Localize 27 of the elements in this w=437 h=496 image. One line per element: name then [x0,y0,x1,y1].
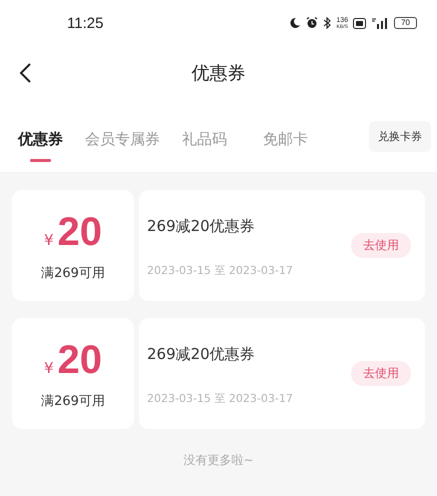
coupon-amount: 20 [58,338,102,382]
hd-icon [353,18,366,28]
bluetooth-icon [323,17,332,29]
use-button[interactable]: 去使用 [351,361,411,386]
alarm-icon [306,17,318,29]
status-time: 11:25 [67,14,104,32]
currency-symbol: ¥ [44,230,54,248]
validity-dates: 2023-03-15 至 2023-03-17 [147,391,294,406]
back-icon[interactable] [18,62,32,84]
coupon-name: 269减20优惠券 [147,345,256,364]
coupon-amount: 20 [58,210,102,254]
validity-dates: 2023-03-15 至 2023-03-17 [147,263,294,278]
tab[interactable]: 会员专属券 [84,116,161,162]
tab[interactable]: 优惠券 [17,116,64,162]
tab[interactable]: 免邮卡 [262,116,309,162]
redeem-button[interactable]: 兑换卡券 [369,120,431,152]
moon-icon [289,17,302,29]
use-button[interactable]: 去使用 [351,233,411,258]
page-title: 优惠券 [192,62,246,85]
usage-condition: 满269可用 [41,392,105,410]
tab[interactable]: 礼品码 [181,116,228,162]
signal-icon [371,17,390,29]
battery-icon: 70 [394,17,417,29]
coupon-name: 269减20优惠券 [147,217,256,236]
end-of-list-text: 没有更多啦~ [183,452,254,469]
usage-condition: 满269可用 [41,264,105,282]
currency-symbol: ¥ [44,358,54,376]
